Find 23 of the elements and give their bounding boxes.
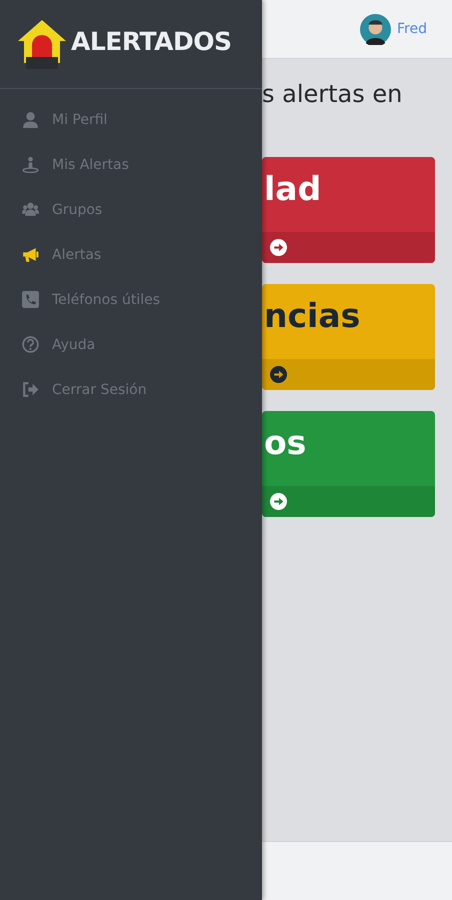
card-title: lad bbox=[263, 168, 322, 210]
menu-item[interactable]: Mi Perfil bbox=[0, 97, 262, 142]
arrow-right-icon bbox=[270, 239, 287, 256]
alert-card[interactable]: os bbox=[262, 411, 435, 517]
user-name[interactable]: Fred bbox=[397, 21, 427, 37]
arrow-right-icon bbox=[270, 366, 287, 383]
menu-item[interactable]: Teléfonos útiles bbox=[0, 277, 262, 322]
card-footer[interactable] bbox=[262, 486, 435, 517]
menu-item[interactable]: Cerrar Sesión bbox=[0, 367, 262, 412]
page-heading: s alertas en bbox=[262, 79, 404, 110]
app-logo-text: ALERTADOS bbox=[71, 26, 232, 56]
alert-card[interactable]: lad bbox=[262, 157, 435, 263]
card-title: ncias bbox=[263, 295, 362, 337]
menu-item[interactable]: Alertas bbox=[0, 232, 262, 277]
arrow-right-icon bbox=[270, 493, 287, 510]
avatar[interactable] bbox=[360, 14, 392, 44]
card-footer[interactable] bbox=[262, 232, 435, 263]
menu-item[interactable]: Grupos bbox=[0, 187, 262, 232]
card-footer[interactable] bbox=[262, 359, 435, 390]
alert-card[interactable]: ncias bbox=[262, 284, 435, 390]
menu-item[interactable]: Mis Alertas bbox=[0, 142, 262, 187]
menu-item[interactable]: Ayuda bbox=[0, 322, 262, 367]
card-title: os bbox=[263, 422, 308, 464]
